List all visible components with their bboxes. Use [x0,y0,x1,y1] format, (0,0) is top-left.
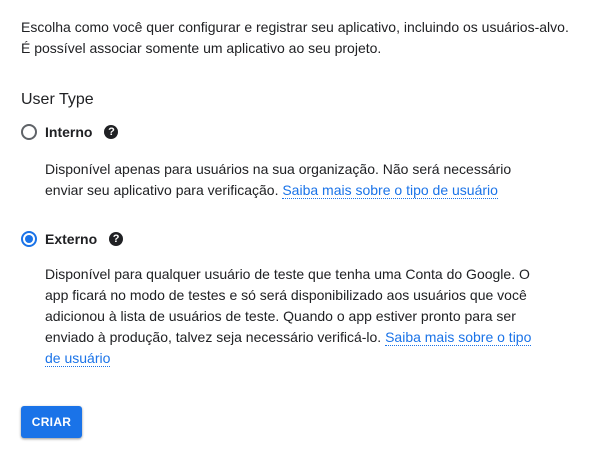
radio-selected-dot [25,235,33,243]
user-type-heading: User Type [21,91,94,108]
option-external-label[interactable]: Externo [45,231,97,247]
radio-internal[interactable] [21,124,37,140]
option-internal-description: Disponível apenas para usuários na sua o… [45,159,545,201]
help-icon[interactable]: ? [104,125,119,139]
option-external[interactable]: Externo ? [21,229,124,249]
help-icon[interactable]: ? [109,232,124,246]
option-external-description: Disponível para qualquer usuário de test… [45,264,545,369]
option-internal-label[interactable]: Interno [45,124,92,140]
option-internal[interactable]: Interno ? [21,122,119,142]
create-button[interactable]: CRIAR [21,406,82,438]
radio-external[interactable] [21,231,37,247]
intro-text: Escolha como você quer configurar e regi… [21,19,569,56]
learn-more-user-type-link[interactable]: Saiba mais sobre o tipo de usuário [282,182,498,199]
